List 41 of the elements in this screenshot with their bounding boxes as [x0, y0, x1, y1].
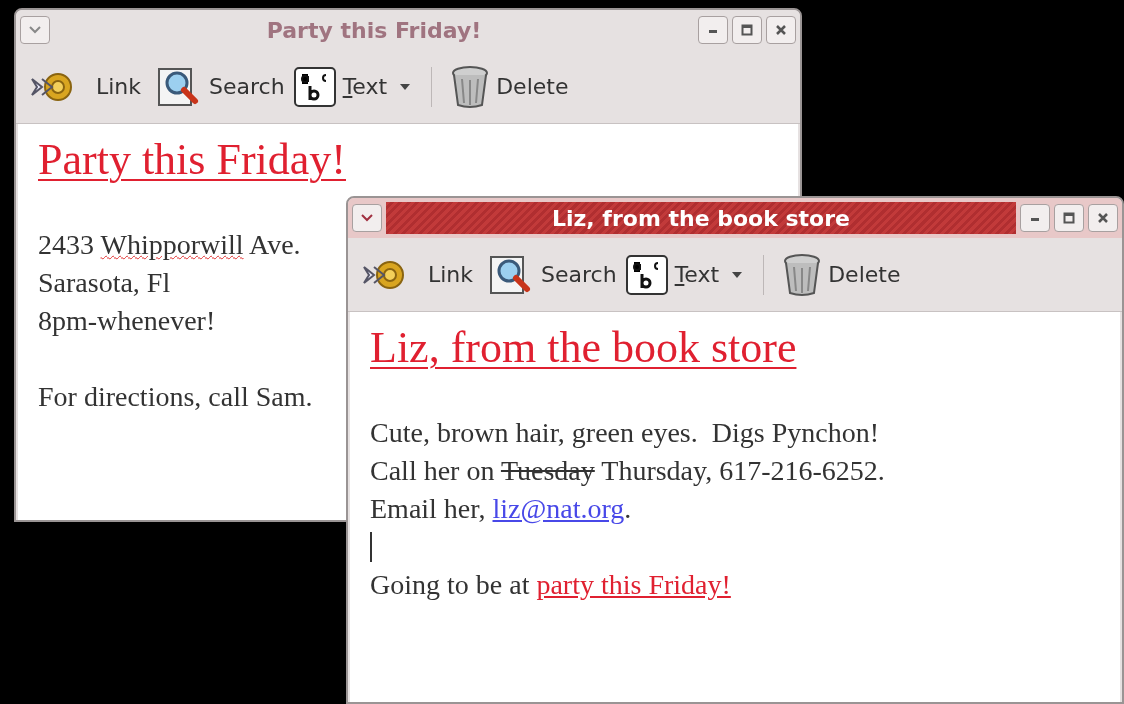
search-button[interactable]: Search — [489, 249, 619, 300]
text-line: Email her, liz@nat.org. — [370, 492, 632, 526]
window-menu-button[interactable] — [352, 204, 382, 232]
text-cursor — [370, 532, 372, 562]
link-button[interactable]: Link — [360, 249, 484, 300]
note-link[interactable]: party this Friday! — [536, 569, 731, 600]
maximize-icon — [1063, 212, 1075, 224]
close-button[interactable] — [766, 16, 796, 44]
close-icon — [1097, 212, 1109, 224]
maximize-icon — [741, 24, 753, 36]
trash-icon — [782, 252, 823, 297]
search-button[interactable]: Search — [157, 61, 287, 112]
minimize-button[interactable] — [1020, 204, 1050, 232]
text-line: Sarasota, Fl — [38, 266, 171, 300]
window-menu-button[interactable] — [20, 16, 50, 44]
close-icon — [775, 24, 787, 36]
chevron-down-icon — [360, 213, 374, 223]
letters-icon — [624, 253, 669, 296]
window-title: Party this Friday! — [265, 16, 483, 45]
text-line: Call her on Tuesday Thursday, 617-216-6252. — [370, 454, 885, 488]
trash-icon — [450, 64, 491, 109]
note-title: Liz, from the book store — [370, 322, 797, 374]
delete-button[interactable]: Delete — [450, 61, 571, 112]
text-line: 8pm-whenever! — [38, 304, 216, 338]
minimize-button[interactable] — [698, 16, 728, 44]
text-line: 2433 Whipporwill Ave. — [38, 228, 301, 262]
maximize-button[interactable] — [1054, 204, 1084, 232]
text-button[interactable]: Text — [292, 61, 414, 112]
delete-button[interactable]: Delete — [782, 249, 903, 300]
letters-icon — [292, 65, 337, 108]
text-line: Cute, brown hair, green eyes. Digs Pynchon! — [370, 416, 879, 450]
maximize-button[interactable] — [732, 16, 762, 44]
text-button[interactable]: Text — [624, 249, 746, 300]
email-link[interactable]: liz@nat.org — [492, 493, 625, 524]
note-title: Party this Friday! — [38, 134, 346, 186]
chevron-down-icon — [28, 25, 42, 35]
close-button[interactable] — [1088, 204, 1118, 232]
text-line: For directions, call Sam. — [38, 380, 313, 414]
text-line: Going to be at party this Friday! — [370, 568, 731, 602]
window-title: Liz, from the book store — [386, 202, 1016, 234]
link-button[interactable]: Link — [28, 61, 152, 112]
